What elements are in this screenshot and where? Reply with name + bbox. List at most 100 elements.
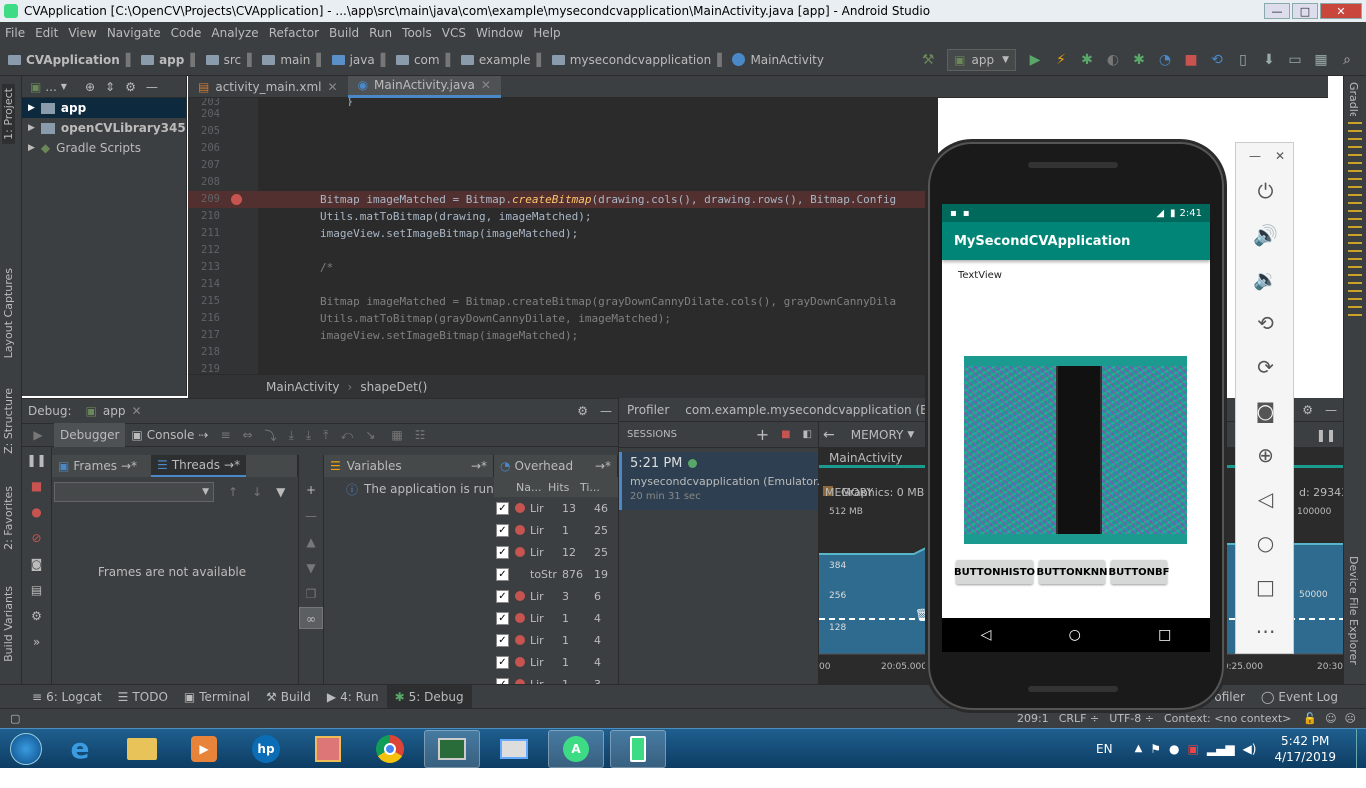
move-up-icon[interactable]: ▲ — [299, 529, 323, 555]
crumb-project[interactable]: CVApplication — [0, 53, 124, 67]
search-icon[interactable]: ⌕ — [1339, 52, 1355, 68]
close-tab-icon[interactable]: ✕ — [131, 404, 141, 418]
tab-build-variants[interactable]: Build Variants — [2, 586, 15, 662]
close-button[interactable]: ✕ — [1320, 3, 1362, 19]
step-over-icon[interactable]: ⤵ — [265, 427, 277, 444]
crumb-app[interactable]: app — [137, 53, 188, 67]
crumb-package[interactable]: mysecondcvapplication — [548, 53, 715, 67]
tab-structure[interactable]: Z: Structure — [2, 388, 15, 454]
media-player-icon[interactable]: ▶ — [176, 730, 232, 768]
step-out-icon[interactable]: ⤒ — [323, 428, 328, 443]
start-button[interactable] — [0, 729, 52, 769]
stop-icon[interactable]: ■ — [22, 473, 51, 499]
list-icon[interactable]: ≡ — [220, 428, 230, 442]
volume-down-icon[interactable]: 🔉 — [1236, 257, 1295, 301]
tab-favorites[interactable]: 2: Favorites — [2, 486, 15, 550]
caret-position[interactable]: 209:1 — [1017, 712, 1049, 725]
add-session-icon[interactable]: + — [756, 425, 769, 444]
menu-file[interactable]: File — [0, 26, 30, 40]
add-watch-icon[interactable]: + — [299, 477, 323, 503]
keyboard-app-icon[interactable] — [486, 730, 542, 768]
sdk-manager-icon[interactable]: ⬇ — [1261, 52, 1277, 68]
row-checkbox[interactable]: ✓ — [496, 655, 509, 669]
installer-icon[interactable] — [300, 730, 356, 768]
profile-icon[interactable]: ◔ — [1157, 52, 1173, 68]
tab-console[interactable]: ▣ Console ⇢ — [125, 423, 214, 447]
expand-arrow-icon[interactable]: ▶ — [28, 103, 35, 113]
nav-back-icon[interactable]: ◁ — [981, 627, 992, 643]
menu-refactor[interactable]: Refactor — [264, 26, 324, 40]
minimize-emulator-icon[interactable]: — — [1249, 149, 1261, 163]
move-down-icon[interactable]: ▼ — [299, 555, 323, 581]
col-name[interactable]: Na... — [516, 481, 548, 494]
back-icon[interactable]: ◁ — [1236, 477, 1295, 521]
tab-threads[interactable]: ☰ Threads →* — [151, 455, 247, 477]
row-checkbox[interactable]: ✓ — [496, 567, 509, 581]
table-row[interactable]: ✓ Lir 3 6 — [494, 585, 618, 607]
debug-icon[interactable]: ✱ — [1079, 52, 1095, 68]
menu-vcs[interactable]: VCS — [437, 26, 471, 40]
filter-icon[interactable]: ▼ — [276, 485, 285, 499]
tab-gradle[interactable]: Gradle — [1347, 82, 1360, 119]
row-checkbox[interactable]: ✓ — [496, 523, 509, 537]
breakpoint-icon[interactable] — [231, 194, 242, 205]
chrome-icon[interactable] — [362, 730, 418, 768]
lock-icon[interactable]: 🔓 — [1303, 712, 1317, 725]
android-studio-taskbar-icon[interactable]: A — [548, 729, 604, 768]
menu-build[interactable]: Build — [324, 26, 364, 40]
expand-arrow-icon[interactable]: ▶ — [28, 143, 35, 153]
back-arrow-icon[interactable]: ← — [823, 427, 835, 443]
tree-item-app[interactable]: ▶ app — [22, 98, 186, 118]
collapse-icon[interactable]: ⇕ — [105, 80, 115, 94]
row-checkbox[interactable]: ✓ — [496, 633, 509, 647]
tab-device-file-explorer[interactable]: Device File Explorer — [1347, 556, 1360, 665]
tree-item-opencv[interactable]: ▶ openCVLibrary345 — [22, 118, 186, 138]
crumb-main[interactable]: main — [258, 53, 314, 67]
menu-run[interactable]: Run — [364, 26, 397, 40]
emulator-screen[interactable]: ▪ ▪ ◢ ▮ 2:41 MySecondCVApplication TextV… — [942, 204, 1210, 652]
tab-mainactivity-java[interactable]: ◉ MainActivity.java ✕ — [347, 75, 501, 98]
maximize-button[interactable]: □ — [1292, 3, 1318, 19]
session-item[interactable]: 5:21 PM mysecondcvapplication (Emulator.… — [619, 452, 827, 510]
layout-inspector-icon[interactable]: ▭ — [1287, 52, 1303, 68]
tab-frames[interactable]: ▣ Frames →* — [58, 459, 137, 473]
tray-app-icon[interactable]: ▣ — [1188, 742, 1199, 756]
pause-icon[interactable]: ❚❚ — [1316, 428, 1336, 442]
tab-event-log[interactable]: ◯ Event Log — [1253, 685, 1346, 709]
menu-window[interactable]: Window — [471, 26, 528, 40]
hp-icon[interactable]: hp — [238, 730, 294, 768]
drop-frame-icon[interactable]: ⤺ — [341, 428, 354, 443]
menu-tools[interactable]: Tools — [397, 26, 437, 40]
resume-icon[interactable]: ▶ — [22, 428, 54, 442]
code-breadcrumb-class[interactable]: MainActivity — [266, 380, 340, 394]
tab-activity-main-xml[interactable]: ▤ activity_main.xml ✕ — [188, 76, 348, 98]
show-execution-point-icon[interactable]: ⇔ — [243, 428, 253, 442]
arrow-up-icon[interactable]: ↑ — [228, 485, 238, 499]
crumb-com[interactable]: com — [392, 53, 444, 67]
crumb-src[interactable]: src — [202, 53, 246, 67]
hide-icon[interactable]: — — [1325, 403, 1337, 417]
avd-manager-icon[interactable]: ▯ — [1235, 52, 1251, 68]
zoom-icon[interactable]: ⊕ — [1236, 433, 1295, 477]
menu-edit[interactable]: Edit — [30, 26, 63, 40]
step-into-icon[interactable]: ⤓ — [289, 428, 294, 443]
col-hits[interactable]: Hits — [548, 481, 580, 494]
sync-icon[interactable]: ⟲ — [1209, 52, 1225, 68]
tab-terminal[interactable]: ▣ Terminal — [176, 685, 258, 709]
col-time[interactable]: Ti... — [580, 481, 614, 494]
force-step-into-icon[interactable]: ⤓ — [306, 428, 311, 443]
table-row[interactable]: ✓ Lir 13 46 — [494, 497, 618, 519]
language-indicator[interactable]: EN — [1096, 742, 1113, 756]
ie-icon[interactable]: e — [52, 730, 108, 768]
clock[interactable]: 5:42 PM 4/17/2019 — [1274, 733, 1336, 765]
remove-watch-icon[interactable]: — — [299, 503, 323, 529]
crumb-java[interactable]: java — [328, 53, 379, 67]
menu-view[interactable]: View — [63, 26, 101, 40]
volume-icon[interactable]: ◀) — [1243, 742, 1257, 756]
hide-icon[interactable]: — — [146, 80, 158, 94]
table-row[interactable]: ✓ toStr 876 19 — [494, 563, 618, 585]
file-explorer-icon[interactable] — [114, 730, 170, 768]
menu-analyze[interactable]: Analyze — [206, 26, 263, 40]
table-row[interactable]: ✓ Lir 1 4 — [494, 651, 618, 673]
tree-item-gradle-scripts[interactable]: ▶ ◆ Gradle Scripts — [22, 138, 186, 158]
